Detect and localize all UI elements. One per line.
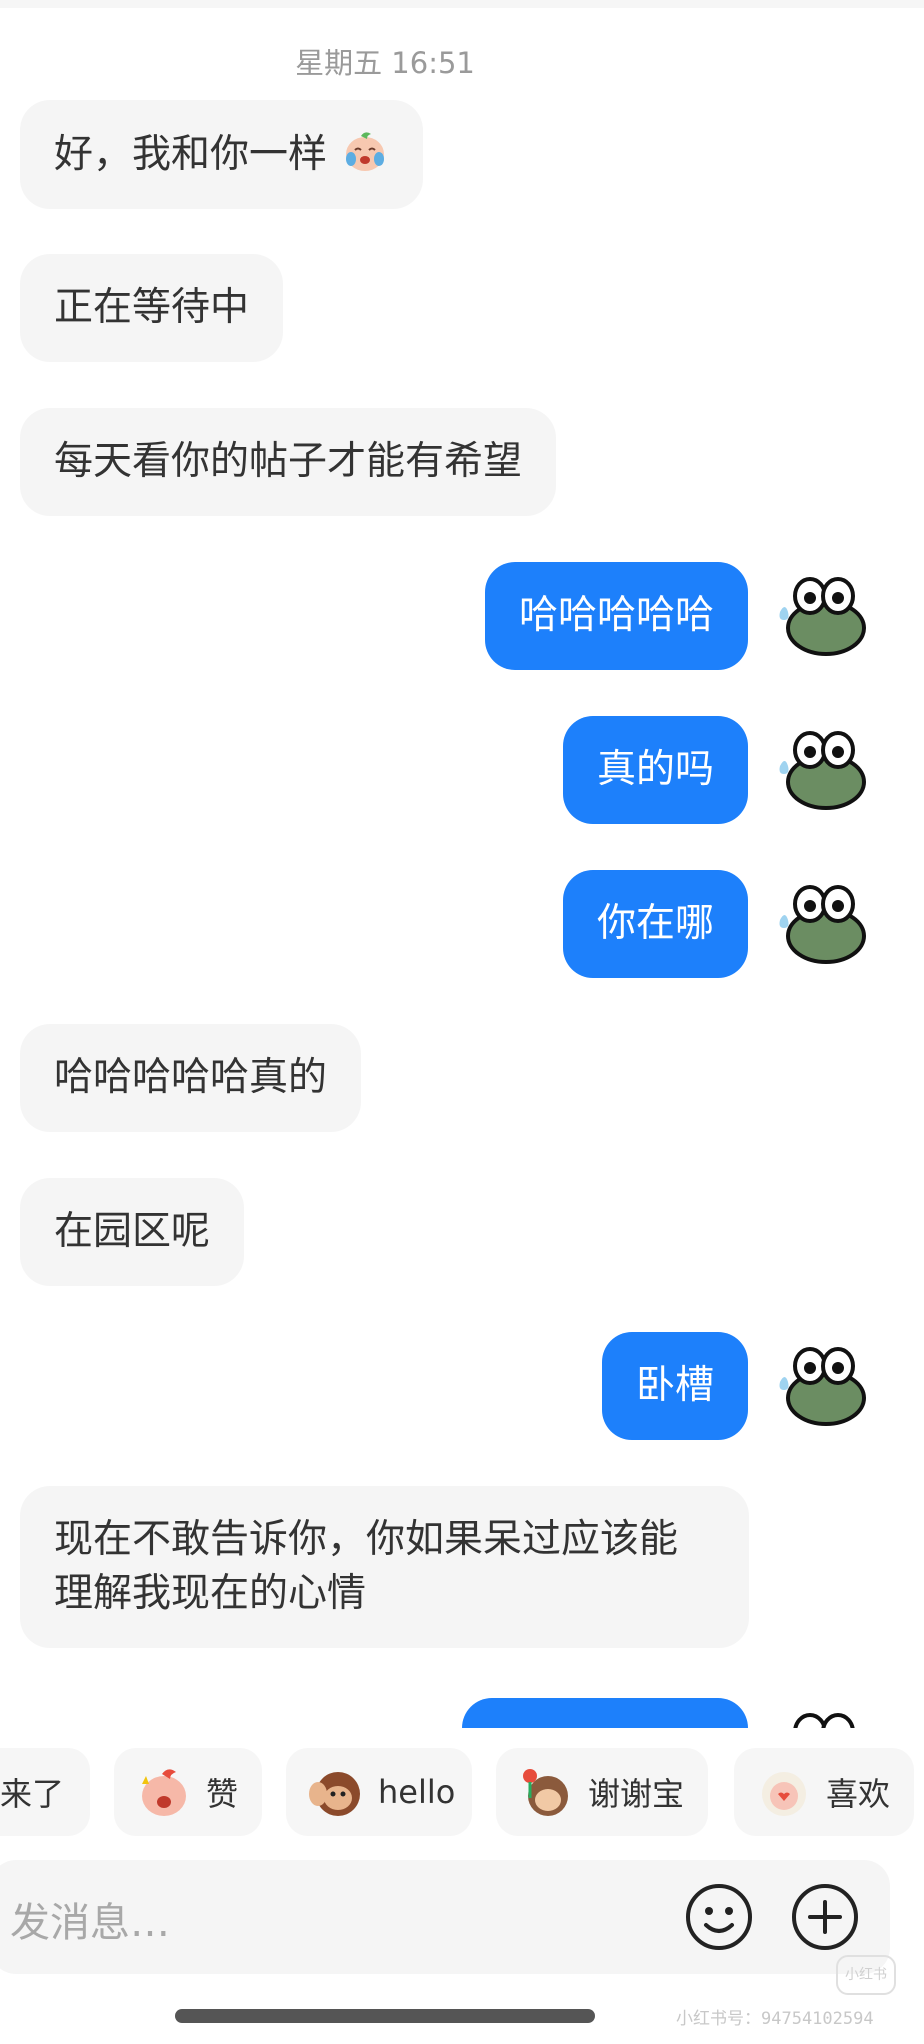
- like-sticker-icon: [762, 1772, 806, 1816]
- outgoing-message[interactable]: 真的吗: [562, 716, 748, 824]
- quick-reply-chip[interactable]: 谢谢宝: [496, 1748, 708, 1836]
- message-text: 现在不敢告诉你，你如果呆过应该能理解我现在的心情: [54, 1517, 679, 1616]
- home-indicator[interactable]: [175, 2009, 595, 2023]
- user-avatar-icon[interactable]: [776, 1708, 868, 1728]
- incoming-message[interactable]: 哈哈哈哈哈真的: [20, 1024, 362, 1132]
- incoming-message[interactable]: 好，我和你一样: [20, 100, 424, 209]
- message-list[interactable]: 星期五 16:51 好，我和你一样 正在等待中 每天看你的帖子才能有希望 哈哈哈: [0, 0, 924, 1728]
- quick-reply-chip[interactable]: 来了: [0, 1748, 90, 1836]
- outgoing-message[interactable]: 你在哪: [562, 870, 748, 978]
- user-avatar-icon[interactable]: [776, 726, 868, 812]
- thanks-sticker-icon: [523, 1769, 568, 1816]
- message-text: 每天看你的帖子才能有希望: [54, 439, 523, 484]
- message-text: 正在等待中: [54, 285, 250, 330]
- watermark-text: 小红书号：94754102594: [676, 2009, 874, 2029]
- message-text: 好，我和你一样: [54, 132, 328, 177]
- message-text: 哈哈哈哈哈真的: [54, 1055, 328, 1100]
- message-text: 真的吗: [596, 747, 714, 792]
- message-input-bar[interactable]: 发消息…: [0, 1860, 890, 1974]
- monkey-sticker-icon: [309, 1772, 360, 1816]
- watermark-logo: 小红书: [836, 1955, 896, 1995]
- crying-sticker-icon: [346, 132, 385, 171]
- message-input[interactable]: 发消息…: [10, 1890, 170, 1948]
- plus-icon[interactable]: [790, 1882, 860, 1952]
- quick-reply-chip[interactable]: 喜欢: [734, 1748, 914, 1836]
- chip-label: 喜欢: [826, 1775, 891, 1813]
- quick-reply-chip[interactable]: 赞: [114, 1748, 262, 1836]
- incoming-message[interactable]: 在园区呢: [20, 1178, 245, 1286]
- chip-label: 赞: [206, 1775, 239, 1813]
- chip-label: hello: [378, 1773, 456, 1811]
- incoming-message[interactable]: 现在不敢告诉你，你如果呆过应该能理解我现在的心情: [20, 1486, 749, 1648]
- quick-reply-chip[interactable]: hello: [286, 1748, 472, 1836]
- outgoing-message-partial[interactable]: [462, 1698, 748, 1728]
- outgoing-message[interactable]: 哈哈哈哈哈: [484, 562, 748, 670]
- outgoing-message[interactable]: 卧槽: [601, 1332, 748, 1440]
- user-avatar-icon[interactable]: [776, 572, 868, 658]
- incoming-message[interactable]: 正在等待中: [20, 254, 284, 362]
- user-avatar-icon[interactable]: [776, 1342, 868, 1428]
- message-text: 卧槽: [635, 1363, 714, 1408]
- chip-label: 谢谢宝: [588, 1775, 685, 1813]
- chip-label: 来了: [0, 1775, 65, 1813]
- incoming-message[interactable]: 每天看你的帖子才能有希望: [20, 408, 557, 516]
- chat-screen: 星期五 16:51 好，我和你一样 正在等待中 每天看你的帖子才能有希望 哈哈哈: [0, 0, 924, 2044]
- thumbs-sticker-icon: [142, 1769, 186, 1816]
- user-avatar-icon[interactable]: [776, 880, 868, 966]
- message-timestamp: 星期五 16:51: [295, 46, 475, 80]
- message-text: 你在哪: [596, 901, 714, 946]
- quick-reply-bar: 来了 赞 hello 谢谢宝 喜欢: [0, 1748, 924, 1838]
- message-text: 哈哈哈哈哈: [518, 593, 714, 638]
- message-text: 在园区呢: [54, 1209, 211, 1254]
- smiley-icon[interactable]: [684, 1882, 754, 1952]
